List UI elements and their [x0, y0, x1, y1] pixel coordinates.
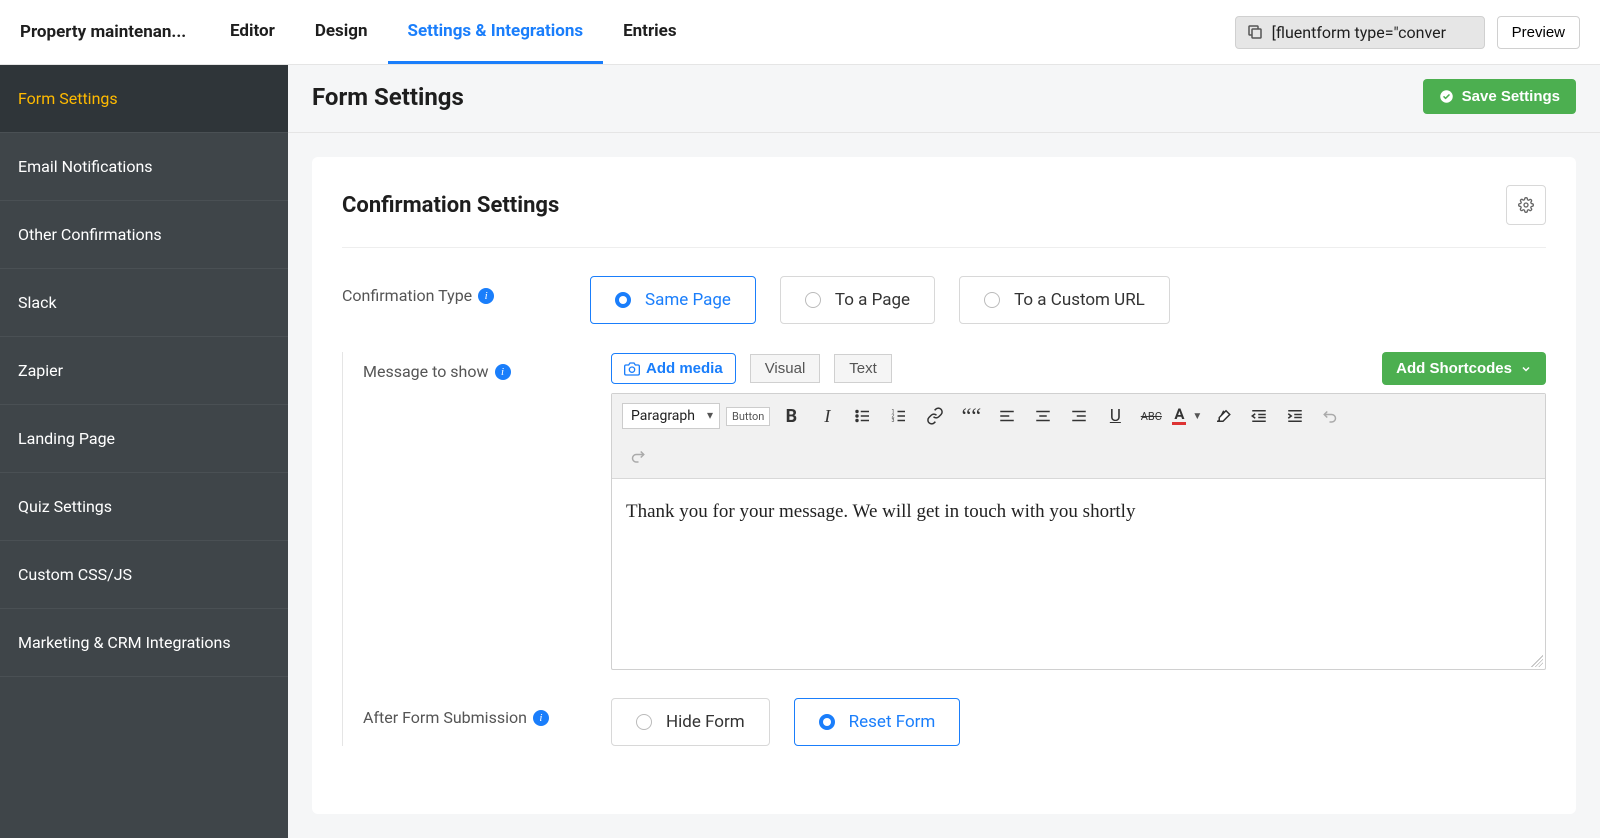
- radio-hide-form[interactable]: Hide Form: [611, 698, 770, 746]
- resize-grip-icon[interactable]: [1531, 655, 1543, 667]
- radio-dot-icon: [636, 714, 652, 730]
- confirmation-type-label: Confirmation Type i: [342, 276, 590, 305]
- redo-icon[interactable]: [622, 442, 652, 470]
- radio-reset-form[interactable]: Reset Form: [794, 698, 961, 746]
- topbar: Property maintenan... Editor Design Sett…: [0, 0, 1600, 65]
- undo-icon[interactable]: [1316, 402, 1346, 430]
- info-icon[interactable]: i: [478, 288, 494, 304]
- main: Form Settings Save Settings Confirmation…: [288, 65, 1600, 838]
- numbered-list-icon[interactable]: 123: [884, 402, 914, 430]
- info-icon[interactable]: i: [495, 364, 511, 380]
- form-name: Property maintenan...: [20, 22, 190, 42]
- after-submission-label-text: After Form Submission: [363, 708, 527, 727]
- align-right-icon[interactable]: [1064, 402, 1094, 430]
- add-shortcodes-label: Add Shortcodes: [1396, 360, 1512, 377]
- indent-icon[interactable]: [1280, 402, 1310, 430]
- row-confirmation-type: Confirmation Type i Same Page To a Page …: [342, 276, 1546, 324]
- clear-formatting-icon[interactable]: [1208, 402, 1238, 430]
- shortcode-box[interactable]: [fluentform type="conver: [1235, 16, 1485, 49]
- copy-icon: [1246, 23, 1264, 41]
- editor: Paragraph Button B I 123 ““: [611, 393, 1546, 670]
- preview-button[interactable]: Preview: [1497, 16, 1580, 49]
- confirmation-type-label-text: Confirmation Type: [342, 286, 472, 305]
- editor-body-text: Thank you for your message. We will get …: [626, 501, 1135, 522]
- radio-to-a-custom-url[interactable]: To a Custom URL: [959, 276, 1170, 324]
- sidebar: Form Settings Email Notifications Other …: [0, 65, 288, 838]
- sidebar-item-custom-css-js[interactable]: Custom CSS/JS: [0, 541, 288, 609]
- camera-icon: [624, 361, 640, 377]
- gear-icon: [1518, 197, 1534, 213]
- card-header: Confirmation Settings: [342, 185, 1546, 248]
- outdent-icon[interactable]: [1244, 402, 1274, 430]
- top-tabs: Editor Design Settings & Integrations En…: [210, 0, 697, 64]
- radio-to-a-page-label: To a Page: [835, 290, 910, 310]
- paragraph-select[interactable]: Paragraph: [622, 403, 720, 429]
- check-circle-icon: [1439, 89, 1454, 104]
- add-media-button[interactable]: Add media: [611, 353, 736, 384]
- topbar-right: [fluentform type="conver Preview: [1235, 16, 1580, 49]
- strikethrough-icon[interactable]: ABC: [1136, 402, 1166, 430]
- radio-dot-icon: [615, 292, 631, 308]
- tab-entries[interactable]: Entries: [603, 0, 696, 64]
- save-settings-button[interactable]: Save Settings: [1423, 79, 1576, 114]
- blockquote-icon[interactable]: ““: [956, 402, 986, 430]
- row-after-submission: After Form Submission i Hide Form Reset …: [363, 698, 1546, 746]
- visual-mode-button[interactable]: Visual: [750, 354, 821, 383]
- bullet-list-icon[interactable]: [848, 402, 878, 430]
- add-shortcodes-button[interactable]: Add Shortcodes: [1382, 352, 1546, 385]
- page-header: Form Settings Save Settings: [288, 65, 1600, 133]
- sidebar-item-other-confirmations[interactable]: Other Confirmations: [0, 201, 288, 269]
- radio-dot-icon: [805, 292, 821, 308]
- align-left-icon[interactable]: [992, 402, 1022, 430]
- radio-to-a-page[interactable]: To a Page: [780, 276, 935, 324]
- underline-icon[interactable]: U: [1100, 402, 1130, 430]
- text-mode-button[interactable]: Text: [834, 354, 892, 383]
- sidebar-item-marketing-crm[interactable]: Marketing & CRM Integrations: [0, 609, 288, 677]
- tab-design[interactable]: Design: [295, 0, 388, 64]
- editor-top: Add media Visual Text Add Shortcodes: [611, 352, 1546, 385]
- radio-reset-form-label: Reset Form: [849, 712, 936, 732]
- tab-settings-integrations[interactable]: Settings & Integrations: [388, 0, 604, 64]
- svg-text:3: 3: [892, 418, 895, 424]
- save-settings-label: Save Settings: [1462, 88, 1560, 105]
- row-message: Message to show i Add media Visual Text: [363, 352, 1546, 670]
- radio-dot-icon: [984, 292, 1000, 308]
- sidebar-item-landing-page[interactable]: Landing Page: [0, 405, 288, 473]
- info-icon[interactable]: i: [533, 710, 549, 726]
- page-title: Form Settings: [312, 83, 464, 111]
- align-center-icon[interactable]: [1028, 402, 1058, 430]
- sidebar-item-slack[interactable]: Slack: [0, 269, 288, 337]
- sidebar-item-email-notifications[interactable]: Email Notifications: [0, 133, 288, 201]
- editor-body[interactable]: Thank you for your message. We will get …: [612, 479, 1545, 669]
- italic-icon[interactable]: I: [812, 402, 842, 430]
- sidebar-item-quiz-settings[interactable]: Quiz Settings: [0, 473, 288, 541]
- button-insert[interactable]: Button: [726, 407, 770, 426]
- chevron-down-icon: [1520, 363, 1532, 375]
- radio-hide-form-label: Hide Form: [666, 712, 745, 732]
- after-submission-label: After Form Submission i: [363, 698, 611, 727]
- radio-same-page[interactable]: Same Page: [590, 276, 756, 324]
- radio-dot-icon: [819, 714, 835, 730]
- radio-to-a-custom-url-label: To a Custom URL: [1014, 290, 1145, 310]
- link-icon[interactable]: [920, 402, 950, 430]
- bold-icon[interactable]: B: [776, 402, 806, 430]
- add-media-label: Add media: [646, 360, 723, 377]
- sidebar-item-zapier[interactable]: Zapier: [0, 337, 288, 405]
- text-color-icon[interactable]: A▼: [1172, 402, 1202, 430]
- shortcode-text: [fluentform type="conver: [1272, 23, 1446, 42]
- card-settings-button[interactable]: [1506, 185, 1546, 225]
- sidebar-item-form-settings[interactable]: Form Settings: [0, 65, 288, 133]
- editor-toolbar: Paragraph Button B I 123 ““: [612, 394, 1545, 479]
- message-label: Message to show i: [363, 352, 611, 381]
- message-label-text: Message to show: [363, 362, 489, 381]
- after-submission-options: Hide Form Reset Form: [611, 698, 1546, 746]
- radio-same-page-label: Same Page: [645, 290, 731, 310]
- confirmation-card: Confirmation Settings Confirmation Type …: [312, 157, 1576, 814]
- tab-editor[interactable]: Editor: [210, 0, 295, 64]
- confirmation-title: Confirmation Settings: [342, 193, 559, 218]
- confirmation-type-options: Same Page To a Page To a Custom URL: [590, 276, 1546, 324]
- message-content: Add media Visual Text Add Shortcodes: [611, 352, 1546, 670]
